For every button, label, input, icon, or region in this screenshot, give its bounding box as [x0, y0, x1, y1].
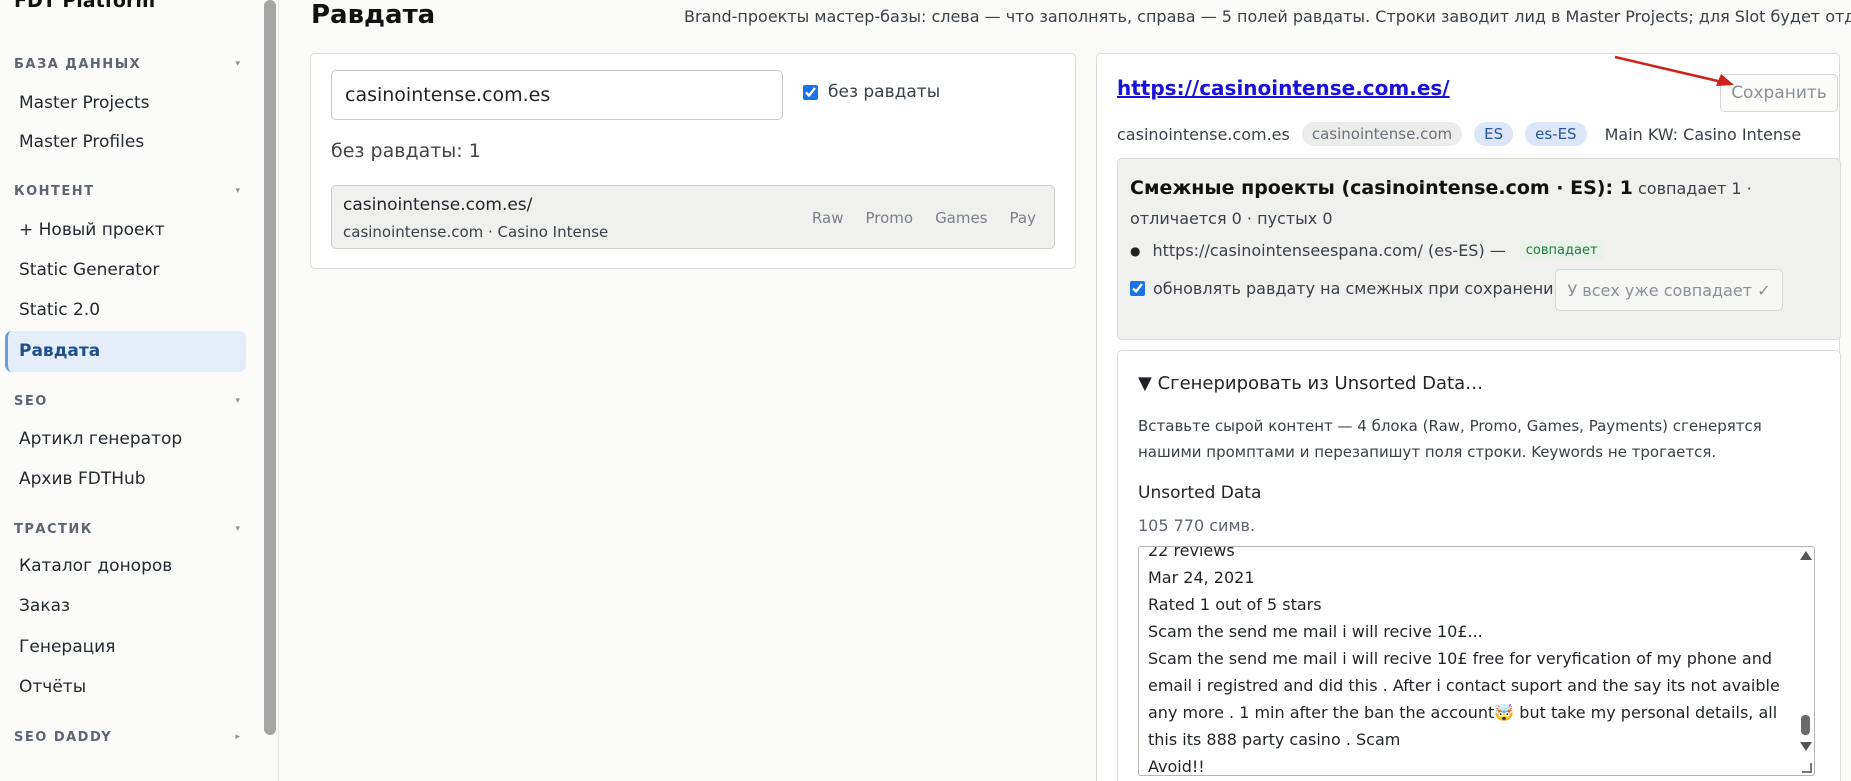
textarea-content: 22 reviews Mar 24, 2021 Rated 1 out of 5… [1148, 546, 1788, 776]
sidebar-item-static-generator[interactable]: Static Generator [5, 250, 246, 291]
list-item-subtitle: casinointense.com · Casino Intense [343, 223, 609, 241]
generate-summary-toggle[interactable]: ▼ Сгенерировать из Unsorted Data… [1138, 373, 1483, 394]
section-database[interactable]: БАЗА ДАННЫХ ▾ [14, 57, 244, 72]
no-ravdata-filter[interactable]: без равдаты [803, 82, 940, 102]
sidebar-item-donor-catalog[interactable]: Каталог доноров [5, 546, 246, 587]
sidebar-item-generation[interactable]: Генерация [5, 627, 246, 668]
update-related-label: обновлять равдату на смежных при сохране… [1153, 279, 1564, 298]
related-projects-box: Смежные проекты (casinointense.com · ES)… [1117, 158, 1841, 340]
text-line: Rated 1 out of 5 stars [1148, 595, 1322, 614]
brand-logo[interactable]: FDT Platform [14, 0, 155, 12]
tag-games: Games [935, 209, 988, 227]
sidebar-divider [278, 0, 279, 781]
list-item-tags: Raw Promo Games Pay [812, 209, 1036, 227]
list-item[interactable]: casinointense.com.es/ casinointense.com … [331, 185, 1055, 249]
text-line: 22 reviews [1148, 546, 1235, 560]
sidebar-item-master-projects[interactable]: Master Projects [5, 83, 246, 124]
project-list-panel: без равдаты без равдаты: 1 casinointense… [310, 53, 1076, 269]
annotation-arrow-icon [1614, 55, 1734, 86]
textarea-scrollbar[interactable] [1798, 549, 1812, 771]
sidebar-item-article-generator[interactable]: Артикл генератор [5, 419, 246, 460]
char-count: 105 770 симв. [1138, 516, 1256, 535]
page-description: Brand-проекты мастер-базы: слева — что з… [684, 7, 1851, 26]
section-content[interactable]: КОНТЕНТ ▾ [14, 184, 244, 199]
section-seo[interactable]: SEO ▾ [14, 394, 244, 409]
project-url-link[interactable]: https://casinointense.com.es/ [1117, 76, 1450, 100]
status-badge: совпадает [1519, 241, 1604, 260]
related-title-text: Смежные проекты (casinointense.com · ES)… [1130, 177, 1633, 199]
no-ravdata-label: без равдаты [828, 82, 941, 102]
tag-promo: Promo [865, 209, 914, 227]
scroll-up-icon[interactable] [1800, 551, 1812, 560]
sidebar: FDT Platform БАЗА ДАННЫХ ▾ Master Project… [0, 0, 258, 781]
all-match-button[interactable]: У всех уже совпадает ✓ [1555, 269, 1783, 311]
resize-grip-icon[interactable] [1802, 763, 1812, 773]
project-detail-panel: https://casinointense.com.es/ Сохранить … [1096, 53, 1841, 781]
tag-raw: Raw [811, 209, 844, 227]
update-related-option[interactable]: обновлять равдату на смежных при сохране… [1130, 279, 1564, 298]
related-projects-title: Смежные проекты (casinointense.com · ES)… [1130, 173, 1830, 234]
page-title: Равдата [311, 0, 436, 30]
text-line: Avoid!! [1148, 757, 1205, 776]
meta-geo-badge: ES [1474, 122, 1514, 146]
sidebar-scrollbar[interactable] [264, 0, 276, 735]
result-count: без равдаты: 1 [331, 140, 481, 162]
sidebar-item-archive-fdthub[interactable]: Архив FDTHub [5, 459, 246, 500]
meta-domain: casinointense.com.es [1117, 124, 1290, 144]
project-meta: casinointense.com.es casinointense.com E… [1117, 122, 1801, 146]
chevron-down-icon: ▾ [235, 524, 240, 534]
meta-brand-domain-badge: casinointense.com [1301, 122, 1463, 146]
generate-description: Вставьте сырой контент — 4 блока (Raw, P… [1138, 417, 1762, 461]
meta-locale-badge: es-ES [1525, 122, 1587, 146]
sidebar-item-ravdata[interactable]: Равдата [5, 331, 246, 372]
sidebar-item-new-project[interactable]: + Новый проект [5, 210, 246, 251]
tag-pay: Pay [1009, 209, 1036, 227]
bullet-icon: ● [1130, 243, 1141, 258]
text-line: Mar 24, 2021 [1148, 568, 1255, 587]
chevron-down-icon: ▾ [235, 186, 240, 196]
no-ravdata-checkbox[interactable] [803, 84, 818, 100]
update-related-checkbox[interactable] [1130, 281, 1145, 296]
list-item-url: casinointense.com.es/ [343, 195, 533, 215]
sidebar-item-reports[interactable]: Отчёты [5, 667, 246, 708]
sidebar-item-master-profiles[interactable]: Master Profiles [5, 122, 246, 163]
chevron-down-icon: ▾ [235, 59, 240, 69]
sidebar-item-static-2[interactable]: Static 2.0 [5, 290, 246, 331]
generate-from-unsorted-section: ▼ Сгенерировать из Unsorted Data… Вставь… [1117, 350, 1841, 781]
text-line: Scam the send me mail i will recive 10£.… [1148, 622, 1483, 641]
related-item-url: https://casinointenseespana.com/ (es-ES)… [1152, 241, 1506, 260]
meta-main-kw: Main KW: Casino Intense [1604, 124, 1802, 144]
scroll-down-icon[interactable] [1800, 742, 1812, 751]
chevron-right-icon: ▸ [235, 732, 240, 742]
section-trustik[interactable]: ТРАСТИК ▾ [14, 522, 244, 537]
section-seo-daddy[interactable]: SEO DADDY ▸ [14, 730, 244, 745]
list-item: ● https://casinointenseespana.com/ (es-E… [1130, 241, 1604, 260]
text-line: Scam the send me mail i will recive 10£ … [1148, 649, 1780, 749]
chevron-down-icon: ▾ [235, 396, 240, 406]
scroll-thumb[interactable] [1801, 715, 1810, 735]
unsorted-data-label: Unsorted Data [1138, 483, 1262, 503]
unsorted-data-textarea[interactable]: 22 reviews Mar 24, 2021 Rated 1 out of 5… [1138, 546, 1815, 776]
sidebar-item-order[interactable]: Заказ [5, 586, 246, 627]
search-input[interactable] [331, 70, 783, 120]
